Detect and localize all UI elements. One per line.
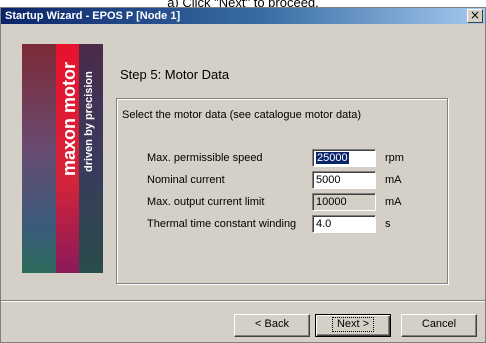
step-title: Step 5: Motor Data [120, 67, 230, 82]
max-speed-unit: rpm [385, 152, 404, 164]
close-icon: × [469, 8, 481, 22]
cancel-button[interactable]: Cancel [401, 314, 477, 337]
window-title: Startup Wizard - EPOS P [Node 1] [5, 10, 181, 22]
max-speed-label: Max. permissible speed [147, 152, 263, 164]
startup-wizard-dialog: Startup Wizard - EPOS P [Node 1] × maxon… [0, 7, 486, 343]
max-output-current-unit: mA [385, 196, 402, 208]
thermal-time-constant-label: Thermal time constant winding [147, 218, 297, 230]
banner-brand-text: maxon motor [59, 61, 79, 176]
nominal-current-unit: mA [385, 174, 402, 186]
nominal-current-label: Nominal current [147, 174, 225, 186]
footer-separator [1, 300, 485, 302]
thermal-time-constant-unit: s [385, 218, 391, 230]
next-button[interactable]: Next > [315, 314, 391, 337]
back-button[interactable]: < Back [234, 314, 310, 337]
next-button-label: Next > [331, 317, 375, 332]
banner-tagline-text: driven by precision [83, 71, 95, 172]
max-speed-input[interactable]: 25000 [312, 149, 376, 167]
max-speed-value: 25000 [316, 152, 349, 164]
nominal-current-input[interactable]: 5000 [312, 171, 376, 189]
motor-data-groupbox [116, 98, 448, 284]
max-output-current-label: Max. output current limit [147, 196, 265, 208]
maxon-banner-image: maxon motor driven by precision [22, 44, 103, 273]
motor-data-description: Select the motor data (see catalogue mot… [122, 109, 362, 121]
title-bar[interactable]: Startup Wizard - EPOS P [Node 1] × [1, 8, 485, 24]
max-output-current-input: 10000 [312, 193, 376, 211]
close-button[interactable]: × [467, 9, 483, 23]
thermal-time-constant-input[interactable]: 4.0 [312, 215, 376, 233]
